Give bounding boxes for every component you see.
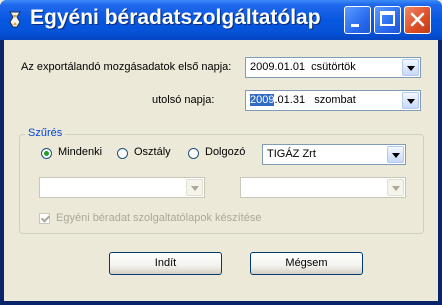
minimize-button[interactable] bbox=[344, 6, 371, 34]
radio-mindenki[interactable] bbox=[41, 148, 52, 159]
chevron-down-icon bbox=[186, 179, 203, 196]
company-value: TIGÁZ Zrt bbox=[267, 148, 316, 160]
first-day-label: Az exportálandó mozgásadatok első napja: bbox=[21, 61, 232, 73]
last-day-label: utolsó napja: bbox=[152, 94, 215, 106]
window-title: Egyéni béradatszolgáltatólap bbox=[30, 6, 321, 29]
maximize-icon bbox=[380, 11, 395, 26]
last-day-selected-text: 2009 bbox=[250, 94, 275, 106]
close-button[interactable] bbox=[404, 6, 431, 34]
last-day-rest-text: .01.31 szombat bbox=[274, 94, 356, 106]
employee-combo bbox=[240, 177, 406, 198]
minimize-icon bbox=[351, 24, 359, 27]
department-combo bbox=[39, 177, 205, 198]
maximize-button[interactable] bbox=[374, 6, 401, 34]
radio-osztaly-label: Osztály bbox=[134, 146, 171, 158]
dialog-body: Az exportálandó mozgásadatok első napja:… bbox=[4, 40, 438, 301]
chevron-down-icon bbox=[387, 179, 404, 196]
radio-mindenki-label: Mindenki bbox=[58, 146, 103, 158]
filter-legend: Szűrés bbox=[25, 127, 66, 139]
create-sheets-label: Egyéni béradat szolgaltatólapok készítés… bbox=[56, 212, 262, 224]
create-sheets-checkbox bbox=[39, 213, 50, 224]
start-button[interactable]: Indít bbox=[109, 252, 222, 275]
cancel-button[interactable]: Mégsem bbox=[250, 252, 363, 275]
first-day-value: 2009.01.01 csütörtök bbox=[250, 61, 356, 73]
company-combo[interactable]: TIGÁZ Zrt bbox=[262, 144, 406, 165]
chevron-down-icon[interactable] bbox=[387, 146, 404, 163]
dialog-window: Egyéni béradatszolgáltatólap Az exportál… bbox=[0, 0, 442, 305]
radio-osztaly[interactable] bbox=[117, 148, 128, 159]
chevron-down-icon[interactable] bbox=[402, 92, 419, 109]
last-day-combo[interactable]: 2009.01.31 szombat bbox=[245, 90, 421, 111]
last-day-value: 2009.01.31 szombat bbox=[250, 94, 356, 106]
chevron-down-icon[interactable] bbox=[402, 59, 419, 76]
title-bar[interactable]: Egyéni béradatszolgáltatólap bbox=[0, 0, 442, 40]
close-icon bbox=[410, 12, 425, 27]
first-day-combo[interactable]: 2009.01.01 csütörtök bbox=[245, 57, 421, 78]
radio-dolgozo[interactable] bbox=[188, 148, 199, 159]
radio-dolgozo-label: Dolgozó bbox=[205, 146, 246, 158]
app-icon bbox=[9, 11, 21, 28]
